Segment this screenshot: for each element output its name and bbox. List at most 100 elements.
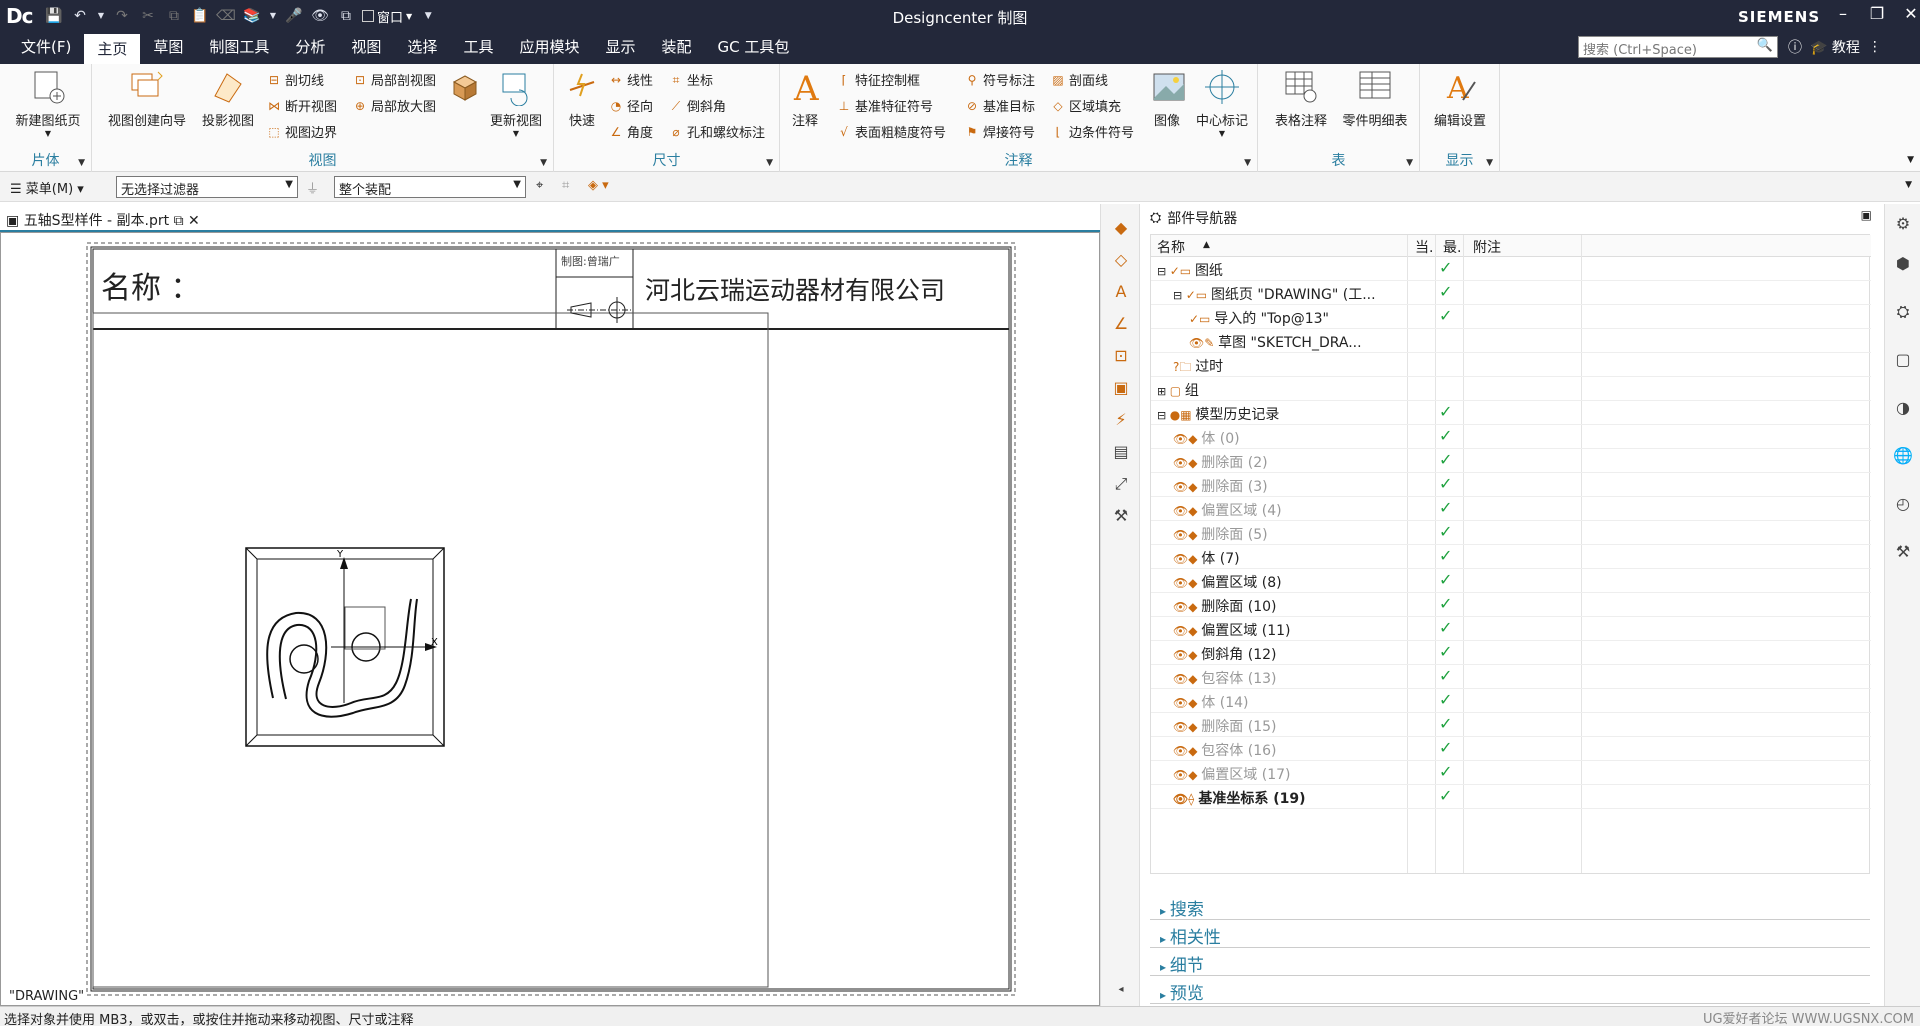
expand-arrow-icon[interactable]: ▸ (1160, 932, 1170, 946)
tree-row[interactable]: 👁◆ 偏置区域 (4) ✓ (1151, 497, 1871, 521)
layer-icon[interactable]: ▤ (1109, 442, 1133, 466)
fit-view-icon[interactable]: ⤢ (1109, 474, 1133, 498)
collapsible-panel[interactable]: ▸ 相关性 (1150, 920, 1870, 948)
menu-tab[interactable]: 应用模块 (506, 32, 592, 64)
edge-condition-button[interactable]: ⌊ 边条件符号 (1050, 122, 1134, 142)
menu-tab[interactable]: 草图 (140, 32, 196, 64)
projected-view-icon[interactable]: ◇ (1109, 250, 1133, 274)
history-icon[interactable]: ◴ (1893, 494, 1913, 514)
tree-row[interactable]: 👁◆ 体 (0) ✓ (1151, 425, 1871, 449)
chamfer-dimension-button[interactable]: ⟋ 倒斜角 (668, 96, 726, 116)
group-more-icon[interactable]: ▼ (78, 158, 85, 168)
rapid-dimension-button[interactable]: 快速 (564, 68, 600, 129)
part-navigator-icon[interactable]: ⛭ (1893, 302, 1913, 322)
hatch-button[interactable]: ▨ 剖面线 (1050, 70, 1108, 90)
surface-finish-button[interactable]: √ 表面粗糙度符号 (836, 122, 946, 142)
part-view[interactable]: Y X (245, 547, 445, 747)
expand-toggle-icon[interactable]: ⊟ (1173, 289, 1186, 302)
hole-thread-callout-button[interactable]: ⌀ 孔和螺纹标注 (668, 122, 765, 142)
id-symbol-button[interactable]: ⚲ 符号标注 (964, 70, 1035, 90)
tree-row[interactable]: 👁◆ 包容体 (16) ✓ (1151, 737, 1871, 761)
expand-arrow-icon[interactable]: ▸ (1160, 988, 1170, 1002)
menu-tab[interactable]: 装配 (648, 32, 704, 64)
select-type-icon[interactable]: ◈ ▾ (588, 178, 609, 193)
new-sheet-button[interactable]: 新建图纸页 ▼ (8, 68, 88, 138)
group-more-icon[interactable]: ▼ (1244, 158, 1251, 168)
area-fill-button[interactable]: ◇ 区域填充 (1050, 96, 1121, 116)
group-more-icon[interactable]: ▼ (1406, 158, 1413, 168)
view-cube-icon[interactable] (450, 72, 480, 102)
tree-row[interactable]: 👁◆ 体 (14) ✓ (1151, 689, 1871, 713)
tree-row[interactable]: 👁◆ 包容体 (13) ✓ (1151, 665, 1871, 689)
menu-tab[interactable]: GC 工具包 (705, 32, 803, 64)
tab-close-icon[interactable]: ✕ (188, 213, 200, 229)
tree-row[interactable]: 👁◆ 偏置区域 (8) ✓ (1151, 569, 1871, 593)
close-icon[interactable]: ✕ (1900, 4, 1920, 23)
expand-toggle-icon[interactable]: ⊟ (1157, 265, 1170, 278)
sort-ascending-icon[interactable]: ▲ (1203, 240, 1210, 250)
web-browser-icon[interactable]: 🌐 (1893, 446, 1913, 466)
angular-dimension-button[interactable]: ∠ 角度 (608, 122, 653, 142)
menu-tab[interactable]: 工具 (450, 32, 506, 64)
constraint-navigator-icon[interactable]: ▢ (1893, 350, 1913, 370)
edit-settings-button[interactable]: A 编辑设置 (1426, 68, 1494, 129)
group-more-icon[interactable]: ▼ (540, 158, 547, 168)
group-more-icon[interactable]: ▼ (1486, 158, 1493, 168)
filter-reset-icon[interactable]: ⏚ (306, 178, 319, 197)
tree-row[interactable]: ⊟ ✓▭ 图纸页 "DRAWING" (工... ✓ (1151, 281, 1871, 305)
section-line-button[interactable]: ⊟ 剖切线 (266, 70, 324, 90)
settings-gear-icon[interactable]: ⚙ (1893, 214, 1913, 234)
view-wizard-button[interactable]: 视图创建向导 (104, 68, 190, 129)
expand-toggle-icon[interactable]: ⊟ (1157, 409, 1170, 422)
view-cube-icon[interactable]: ◆ (1109, 218, 1133, 242)
note-icon[interactable]: A (1109, 282, 1133, 306)
view-boundary-button[interactable]: ⬚ 视图边界 (266, 122, 337, 142)
column-name[interactable]: 名称 (1157, 237, 1185, 257)
column-latest[interactable]: 最. (1443, 237, 1461, 257)
tree-row[interactable]: 👁◆ 偏置区域 (17) ✓ (1151, 761, 1871, 785)
expand-arrow-icon[interactable]: ▸ (1160, 960, 1170, 974)
tree-row[interactable]: ⊞ ▢ 组 (1151, 377, 1871, 401)
menu-tab[interactable]: 分析 (282, 32, 338, 64)
restore-icon[interactable]: ❐ (1866, 4, 1888, 23)
expand-arrow-icon[interactable]: ▸ (1160, 904, 1170, 918)
coordinate-dimension-button[interactable]: ⌗ 坐标 (668, 70, 713, 90)
collapsible-panel[interactable]: ▸ 细节 (1150, 948, 1870, 976)
menu-tab[interactable]: 视图 (338, 32, 394, 64)
group-more-icon[interactable]: ▼ (766, 158, 773, 168)
menu-tab[interactable]: 显示 (592, 32, 648, 64)
search-icon[interactable]: 🔍 (1757, 38, 1773, 53)
menu-tab[interactable]: 文件(F) (8, 32, 84, 64)
column-current[interactable]: 当. (1415, 237, 1433, 257)
selection-filter-select[interactable]: 无选择过滤器 ▼ (116, 176, 298, 198)
datum-target-button[interactable]: ⊘ 基准目标 (964, 96, 1035, 116)
break-view-button[interactable]: ⋈ 断开视图 (266, 96, 337, 116)
rapid-dimension-icon[interactable]: ⚡ (1109, 410, 1133, 434)
general-selection-icon[interactable]: ⌗ (562, 178, 569, 193)
menu-tab[interactable]: 选择 (394, 32, 450, 64)
settings-tool-icon[interactable]: ⚒ (1109, 506, 1133, 530)
more-icon[interactable]: ⋮ (1868, 39, 1882, 55)
tree-row[interactable]: ✓▭ 导入的 "Top@13" ✓ (1151, 305, 1871, 329)
tree-row[interactable]: ⊟ ●▦ 模型历史记录 ✓ (1151, 401, 1871, 425)
minimize-icon[interactable]: – (1832, 4, 1854, 23)
main-menu-button[interactable]: ☰ 菜单(M) ▾ (10, 178, 84, 197)
tree-row[interactable]: ⊟ ✓▭ 图纸 ✓ (1151, 257, 1871, 281)
tab-popout-icon[interactable]: ⧉ (174, 213, 184, 229)
menu-tab[interactable]: 制图工具 (196, 32, 282, 64)
tree-row[interactable]: 👁◆ 删除面 (2) ✓ (1151, 449, 1871, 473)
parts-list-button[interactable]: 零件明细表 (1338, 68, 1412, 129)
toolbar-options-icon[interactable]: ▼ (1905, 180, 1912, 190)
radial-dimension-button[interactable]: ◔ 径向 (608, 96, 653, 116)
menu-tab[interactable]: 主页 (84, 32, 141, 64)
section-view-icon[interactable]: ⊡ (1109, 346, 1133, 370)
assembly-navigator-icon[interactable]: ⬢ (1893, 254, 1913, 274)
update-view-button[interactable]: 更新视图 ▼ (484, 68, 548, 138)
tutorial-link[interactable]: 🎓 教程 (1810, 37, 1860, 57)
tree-row[interactable]: 👁◆ 删除面 (5) ✓ (1151, 521, 1871, 545)
tree-row[interactable]: 👁◆ 删除面 (10) ✓ (1151, 593, 1871, 617)
selection-scope-select[interactable]: 整个装配 ▼ (334, 176, 526, 198)
tree-row[interactable]: 👁◆ 体 (7) ✓ (1151, 545, 1871, 569)
tree-row[interactable]: 👁◆ 倒斜角 (12) ✓ (1151, 641, 1871, 665)
note-button[interactable]: A 注释 (788, 68, 822, 129)
